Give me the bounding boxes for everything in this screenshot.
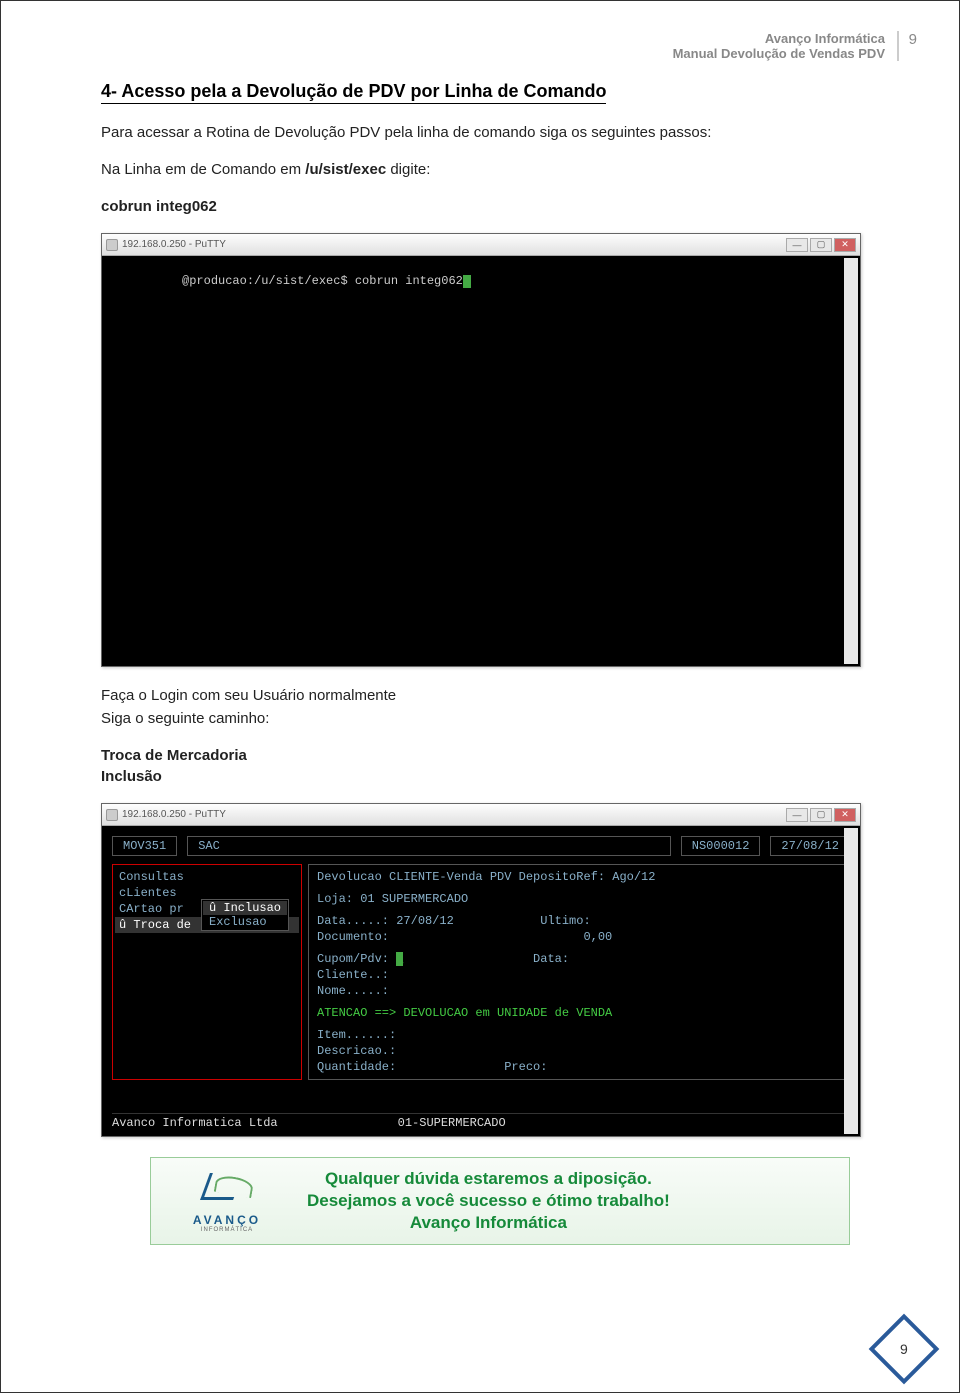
page-number-top: 9 bbox=[909, 31, 917, 48]
terminal-1[interactable]: @producao:/u/sist/exec$ cobrun integ062 bbox=[102, 256, 860, 666]
terminal-2[interactable]: MOV351 SAC NS000012 27/08/12 Consultas c… bbox=[102, 826, 860, 1136]
header-manual-title: Manual Devolução de Vendas PDV bbox=[61, 46, 885, 61]
putty-title-1: 192.168.0.250 - PuTTY bbox=[106, 239, 226, 251]
menu-path-1: Troca de Mercadoria bbox=[101, 745, 899, 766]
putty-title-2: 192.168.0.250 - PuTTY bbox=[106, 809, 226, 821]
cursor-icon bbox=[463, 275, 471, 288]
putty-title-text-2: 192.168.0.250 - PuTTY bbox=[122, 809, 226, 820]
path-prefix: Na Linha em de Comando em bbox=[101, 161, 305, 178]
footer-store: 01-SUPERMERCADO bbox=[398, 1116, 506, 1130]
logo-name: AVANÇO bbox=[167, 1213, 287, 1227]
putty-window-1: 192.168.0.250 - PuTTY — ▢ ✕ @producao:/u… bbox=[101, 233, 861, 667]
r7: Nome.....: bbox=[317, 983, 841, 999]
logo-icon bbox=[197, 1169, 257, 1209]
r6: Cliente..: bbox=[317, 967, 841, 983]
terminal2-top-row: MOV351 SAC NS000012 27/08/12 bbox=[112, 832, 850, 860]
t2-sac-box: SAC bbox=[187, 836, 671, 856]
minimize-button[interactable]: — bbox=[786, 238, 808, 252]
terminal-prompt-line: @producao:/u/sist/exec$ cobrun integ062 bbox=[110, 260, 852, 302]
putty-icon bbox=[106, 809, 118, 821]
paragraph-login: Faça o Login com seu Usuário normalmente bbox=[101, 685, 899, 706]
putty-icon bbox=[106, 239, 118, 251]
section-heading: 4- Acesso pela a Devolução de PDV por Li… bbox=[101, 81, 606, 104]
info-line2: Desejamos a você sucesso e ótimo trabalh… bbox=[307, 1190, 670, 1212]
window-buttons-1: — ▢ ✕ bbox=[786, 238, 856, 252]
menu-item-consultas[interactable]: Consultas bbox=[115, 869, 299, 885]
info-line3: Avanço Informática bbox=[307, 1212, 670, 1234]
header-brand: Avanço Informática bbox=[61, 31, 885, 46]
terminal2-body: Consultas cLientes CArtao pr û Troca de … bbox=[112, 864, 850, 1080]
page-header: Avanço Informática Manual Devolução de V… bbox=[61, 31, 899, 61]
page-number-diamond: 9 bbox=[869, 1314, 940, 1385]
t2-ns-box: NS000012 bbox=[681, 836, 761, 856]
info-box: AVANÇO INFORMÁTICA Qualquer dúvida estar… bbox=[150, 1157, 850, 1245]
r4: Documento: 0,00 bbox=[317, 929, 841, 945]
putty-titlebar-1: 192.168.0.250 - PuTTY — ▢ ✕ bbox=[102, 234, 860, 256]
terminal-prompt-text: @producao:/u/sist/exec$ cobrun integ062 bbox=[182, 274, 463, 288]
page-number-bottom: 9 bbox=[900, 1341, 908, 1357]
submenu-exclusao[interactable]: Exclusao bbox=[203, 915, 287, 929]
r3-text: Data.....: 27/08/12 Ultimo: bbox=[317, 914, 591, 928]
maximize-button[interactable]: ▢ bbox=[810, 808, 832, 822]
close-button[interactable]: ✕ bbox=[834, 238, 856, 252]
r8: ATENCAO ==> DEVOLUCAO em UNIDADE de VEND… bbox=[317, 1005, 841, 1021]
r10: Descricao.: bbox=[317, 1043, 841, 1059]
document-page: 9 Avanço Informática Manual Devolução de… bbox=[1, 1, 959, 1392]
menu-path-2: Inclusão bbox=[101, 766, 899, 787]
r1: Devolucao CLIENTE-Venda PDV DepositoRef:… bbox=[317, 869, 841, 885]
r11: Quantidade: Preco: bbox=[317, 1059, 841, 1075]
paragraph-path: Na Linha em de Comando em /u/sist/exec d… bbox=[101, 159, 899, 180]
minimize-button[interactable]: — bbox=[786, 808, 808, 822]
terminal2-footer: Avanco Informatica Ltda 01-SUPERMERCADO bbox=[112, 1113, 850, 1130]
r5-label: Cupom/Pdv: bbox=[317, 952, 396, 966]
content-area: 4- Acesso pela a Devolução de PDV por Li… bbox=[61, 81, 899, 1245]
paragraph-path2: Siga o seguinte caminho: bbox=[101, 708, 899, 729]
logo-subtitle: INFORMÁTICA bbox=[167, 1227, 287, 1233]
window-buttons-2: — ▢ ✕ bbox=[786, 808, 856, 822]
submenu-inclusao[interactable]: û Inclusao bbox=[203, 901, 287, 915]
path-suffix: digite: bbox=[386, 161, 430, 178]
info-line1: Qualquer dúvida estaremos a diposição. bbox=[307, 1168, 670, 1190]
maximize-button[interactable]: ▢ bbox=[810, 238, 832, 252]
terminal2-right-panel: Devolucao CLIENTE-Venda PDV DepositoRef:… bbox=[308, 864, 850, 1080]
putty-window-2: 192.168.0.250 - PuTTY — ▢ ✕ MOV351 SAC N… bbox=[101, 803, 861, 1137]
putty-title-text-1: 192.168.0.250 - PuTTY bbox=[122, 239, 226, 250]
command-text: cobrun integ062 bbox=[101, 196, 899, 217]
paragraph-intro: Para acessar a Rotina de Devolução PDV p… bbox=[101, 122, 899, 143]
close-button[interactable]: ✕ bbox=[834, 808, 856, 822]
putty-titlebar-2: 192.168.0.250 - PuTTY — ▢ ✕ bbox=[102, 804, 860, 826]
logo-block: AVANÇO INFORMÁTICA bbox=[167, 1169, 287, 1233]
submenu: û Inclusao Exclusao bbox=[201, 899, 289, 931]
terminal2-left-menu: Consultas cLientes CArtao pr û Troca de … bbox=[112, 864, 302, 1080]
scrollbar[interactable] bbox=[844, 258, 858, 664]
scrollbar[interactable] bbox=[844, 828, 858, 1134]
r3: Data.....: 27/08/12 Ultimo: bbox=[317, 913, 841, 929]
r5: Cupom/Pdv: _ Data: bbox=[317, 951, 841, 967]
t2-date-box: 27/08/12 bbox=[770, 836, 850, 856]
path-bold: /u/sist/exec bbox=[305, 161, 386, 178]
footer-company: Avanco Informatica Ltda bbox=[112, 1116, 278, 1130]
r2: Loja: 01 SUPERMERCADO bbox=[317, 891, 841, 907]
r9: Item......: bbox=[317, 1027, 841, 1043]
info-text: Qualquer dúvida estaremos a diposição. D… bbox=[307, 1168, 670, 1234]
r5-rest: Data: bbox=[403, 952, 569, 966]
t2-code-box: MOV351 bbox=[112, 836, 177, 856]
